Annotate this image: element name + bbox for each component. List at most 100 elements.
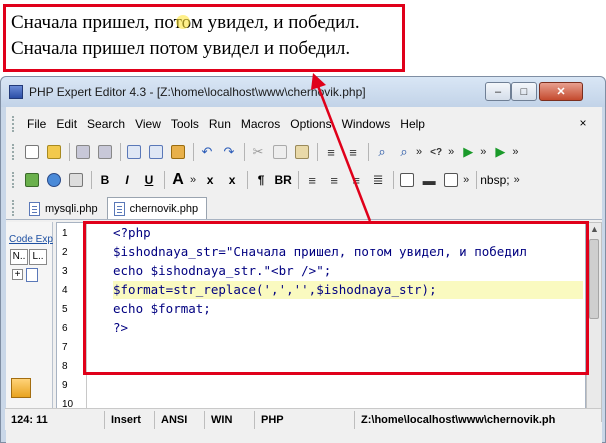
menu-tools[interactable]: Tools [166,117,204,131]
italic-button[interactable]: I [117,170,137,190]
code-line: ?> [113,320,129,335]
app-icon [9,85,23,99]
project-icon[interactable] [168,142,188,162]
superscript-button[interactable]: x [222,170,242,190]
minimize-button[interactable]: – [485,82,511,101]
status-line-ending: WIN [205,410,255,429]
cut-icon[interactable]: ✂ [248,142,268,162]
status-position: 124: 11 [5,410,105,429]
code-line: $ishodnaya_str="Сначала пришел, потом ув… [113,244,527,259]
line-number: 8 [62,361,68,372]
table-icon[interactable] [397,170,417,190]
document-tabs: mysqli.php chernovik.php [6,196,602,220]
code-line: echo $format; [113,301,211,316]
toolbar-separator [393,171,395,189]
redo-icon[interactable]: ↷ [219,142,239,162]
menu-windows[interactable]: Windows [337,117,396,131]
copy-icon[interactable] [270,142,290,162]
indent-icon[interactable]: ≡ [321,142,341,162]
undo-icon[interactable]: ↶ [197,142,217,162]
line-number: 7 [62,342,68,353]
code-editor[interactable]: 1 2 3 4 5 6 7 8 9 10 <?php $ishodnaya_st… [56,222,586,422]
code-explorer-title[interactable]: Code Exp [9,234,53,245]
standard-toolbar: ↶ ↷ ✂ ≡ ≡ ⌕ ⌕ » <? » ▶ » ▶ » [6,138,602,166]
open-folder-icon[interactable] [44,142,64,162]
status-path: Z:\home\localhost\www\chernovik.ph [361,413,556,426]
status-encoding: ANSI [155,410,205,429]
align-justify-icon[interactable]: ≣ [368,170,388,190]
save-icon[interactable] [73,142,93,162]
new-file-icon[interactable] [22,142,42,162]
toolbar-grip[interactable] [12,172,16,188]
menu-search[interactable]: Search [82,117,130,131]
close-all-icon[interactable] [146,142,166,162]
menu-grip[interactable] [12,116,16,132]
anchor-icon[interactable] [66,170,86,190]
file-icon [29,201,40,216]
line-number: 6 [62,323,68,334]
panel-toggle-icon[interactable] [11,378,31,398]
menu-options[interactable]: Options [285,117,336,131]
toolbar-separator [476,171,478,189]
toolbar-chevron-icon[interactable]: » [480,146,486,158]
menu-edit[interactable]: Edit [51,117,82,131]
save-all-icon[interactable] [95,142,115,162]
toolbar-chevron-icon[interactable]: » [416,146,422,158]
vertical-scrollbar[interactable]: ▲ ▼ [586,222,602,422]
br-button[interactable]: BR [273,170,293,190]
globe-icon[interactable] [44,170,64,190]
title-bar[interactable]: PHP Expert Editor 4.3 - [Z:\home\localho… [1,77,605,107]
nbsp-button[interactable]: nbsp; [480,173,509,187]
paste-icon[interactable] [292,142,312,162]
toolbar-chevron-icon[interactable]: » [512,146,518,158]
menu-file[interactable]: File [22,117,51,131]
subscript-button[interactable]: x [200,170,220,190]
line-number-gutter: 1 2 3 4 5 6 7 8 9 10 [57,223,87,421]
debug-run-icon[interactable]: ▶ [490,142,510,162]
tab-chernovik[interactable]: chernovik.php [106,197,208,219]
toolbar-separator [368,143,369,161]
bold-button[interactable]: B [95,170,115,190]
explorer-tab-line[interactable]: L.. [29,249,47,265]
underline-button[interactable]: U [139,170,159,190]
code-text-area[interactable]: <?php $ishodnaya_str="Сначала пришел, по… [113,223,583,421]
image-icon[interactable] [22,170,42,190]
toolbar-chevron-icon[interactable]: » [514,174,520,186]
align-center-icon[interactable]: ≡ [324,170,344,190]
close-button[interactable]: ✕ [539,82,583,101]
scroll-up-icon[interactable]: ▲ [589,224,600,234]
toolbar-chevron-icon[interactable]: » [448,146,454,158]
align-left-icon[interactable]: ≡ [302,170,322,190]
tabbar-grip[interactable] [12,200,16,216]
php-tag-icon[interactable]: <? [426,142,446,162]
form-icon[interactable] [441,170,461,190]
toolbar-chevron-icon[interactable]: » [190,174,196,186]
output-line-2: Сначала пришел потом увидел и победил. [11,38,351,59]
menu-close-icon[interactable]: × [576,116,590,130]
tab-mysqli[interactable]: mysqli.php [22,197,107,219]
menu-view[interactable]: View [130,117,166,131]
line-number: 5 [62,304,68,315]
line-number: 2 [62,247,68,258]
paragraph-button[interactable]: ¶ [251,170,271,190]
explorer-tab-name[interactable]: N.. [10,249,28,265]
maximize-button[interactable]: □ [511,82,537,101]
close-file-icon[interactable] [124,142,144,162]
menu-help[interactable]: Help [395,117,430,131]
hr-icon[interactable]: ▬ [419,170,439,190]
run-icon[interactable]: ▶ [458,142,478,162]
toolbar-separator [317,143,318,161]
menu-macros[interactable]: Macros [236,117,285,131]
align-right-icon[interactable]: ≡ [346,170,366,190]
find-icon[interactable]: ⌕ [372,142,392,162]
toolbar-grip[interactable] [12,144,16,160]
tree-expand-icon[interactable]: + [12,269,23,280]
font-button[interactable]: A [168,170,188,190]
menu-bar: File Edit Search View Tools Run Macros O… [6,113,590,135]
outdent-icon[interactable]: ≡ [343,142,363,162]
menu-run[interactable]: Run [204,117,236,131]
tree-file-icon[interactable] [26,268,38,282]
toolbar-chevron-icon[interactable]: » [463,174,469,186]
replace-icon[interactable]: ⌕ [394,142,414,162]
scroll-thumb[interactable] [589,239,599,319]
